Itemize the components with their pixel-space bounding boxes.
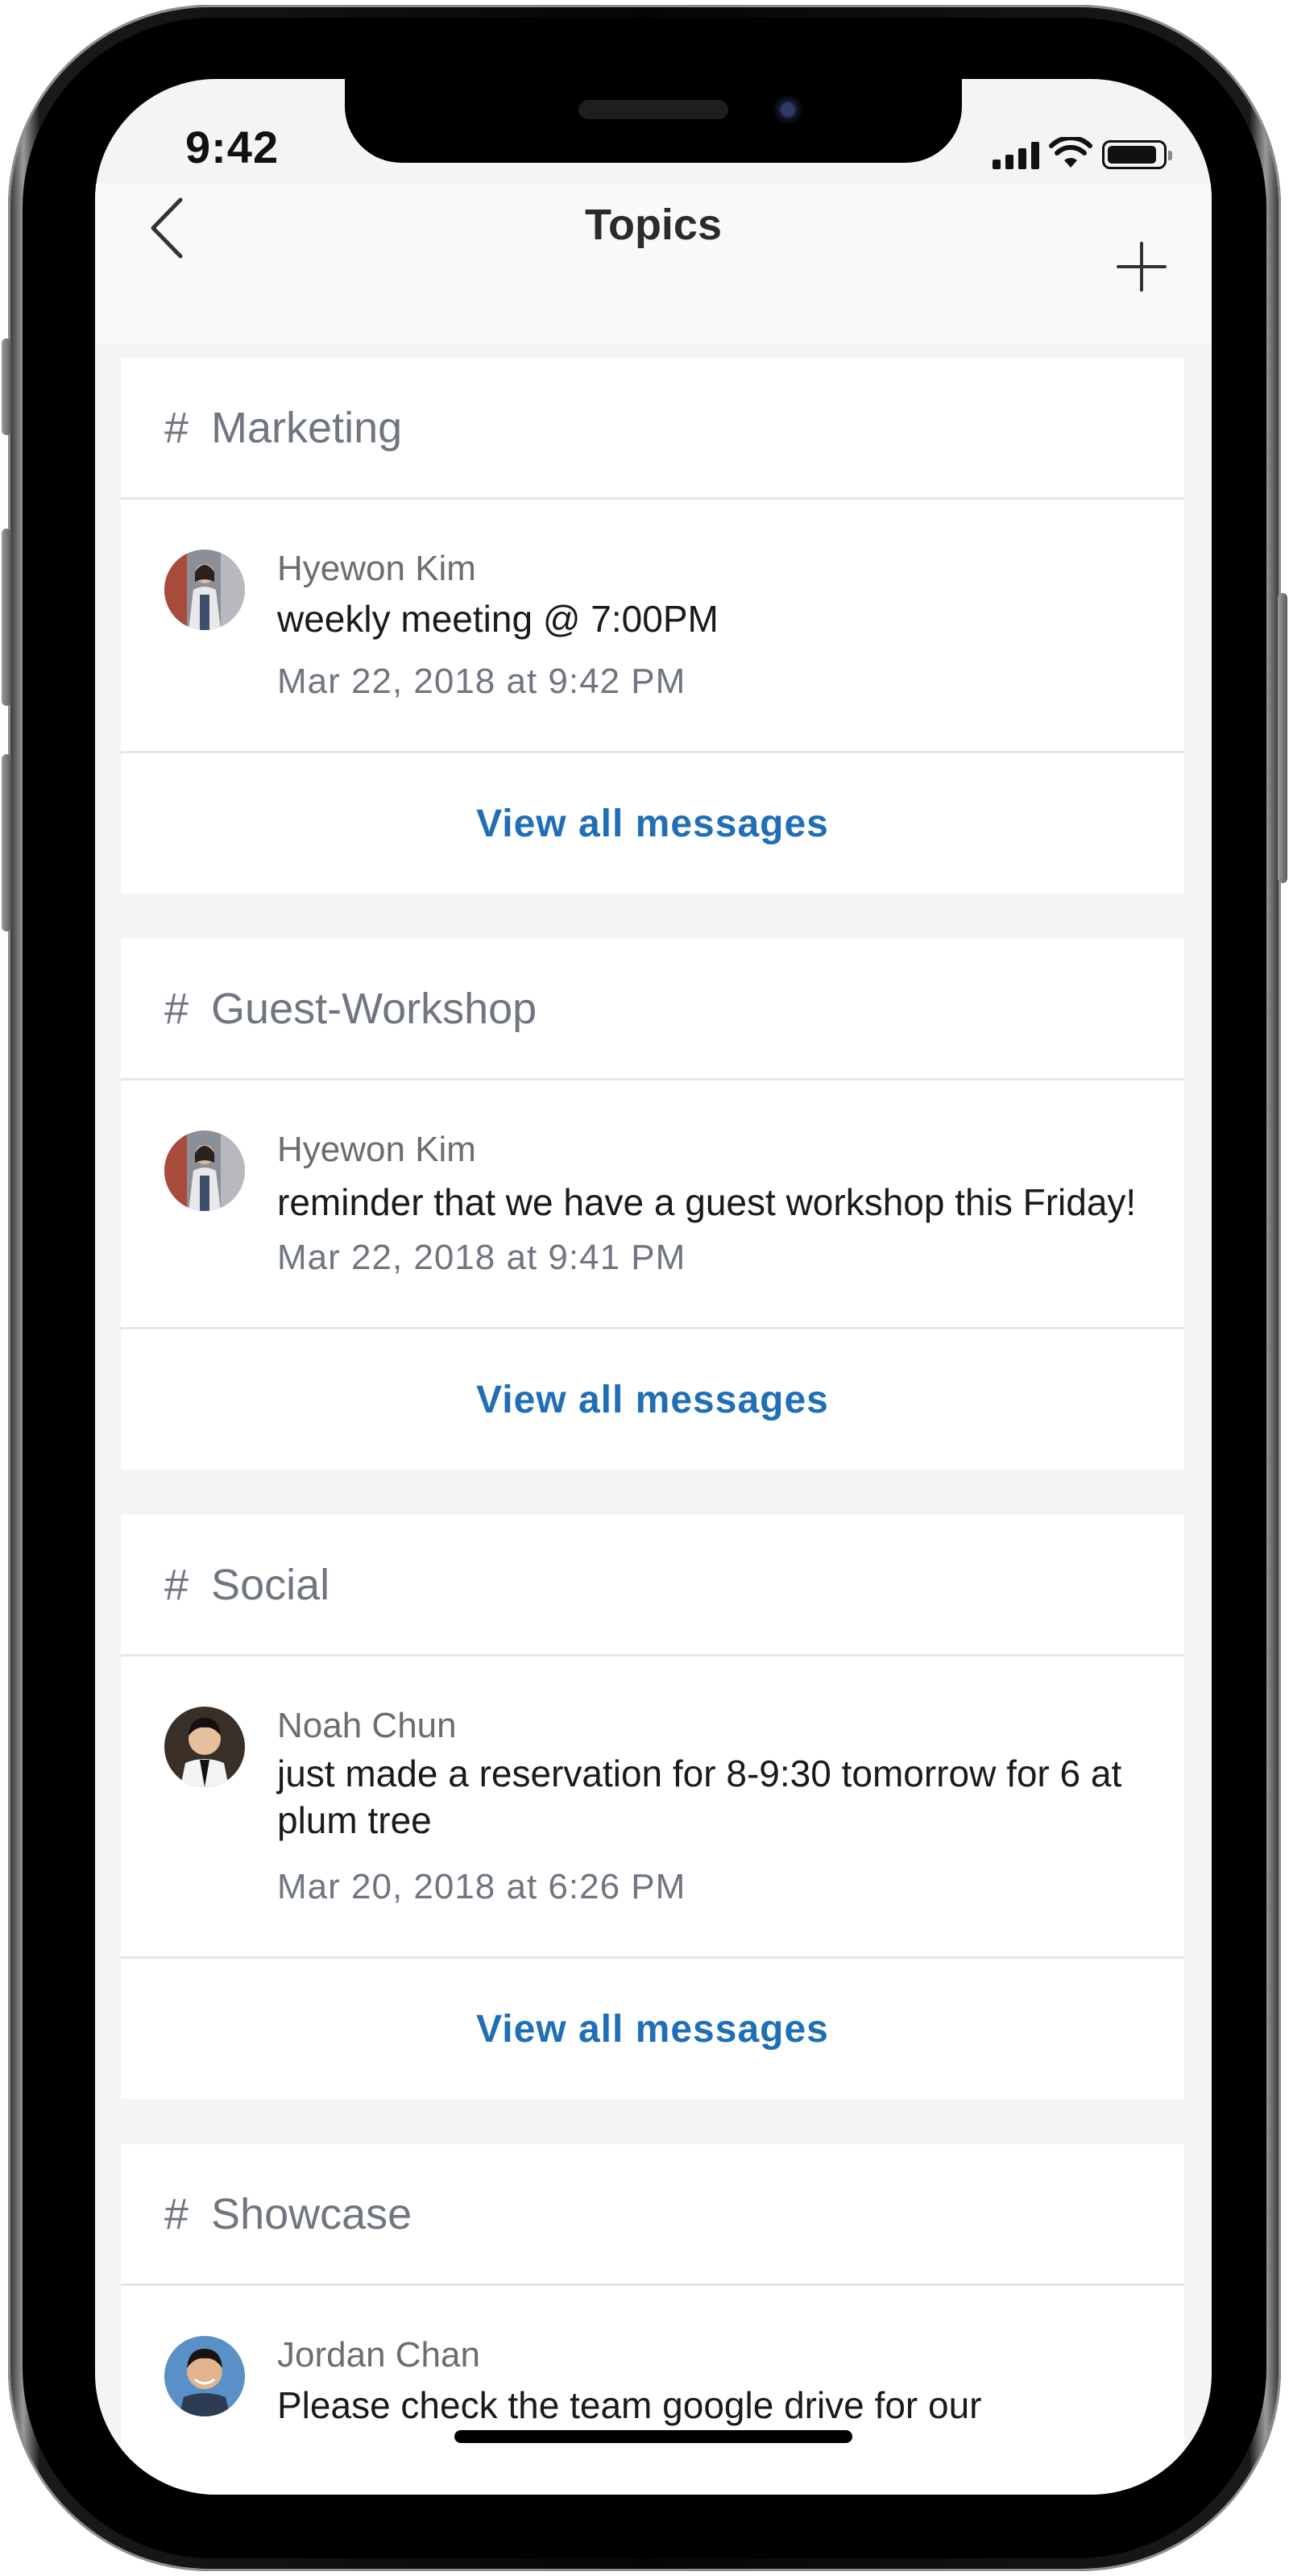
- status-time: 9:42: [185, 122, 280, 172]
- hash-icon: #: [164, 1560, 189, 1609]
- latest-message[interactable]: Hyewon Kim reminder that we have a guest…: [121, 1081, 1184, 1329]
- message-timestamp: Mar 22, 2018 at 9:41 PM: [277, 1238, 686, 1277]
- notch: [345, 79, 962, 163]
- topic-name: Guest-Workshop: [211, 984, 537, 1033]
- message-text: weekly meeting @ 7:00PM: [277, 598, 719, 640]
- message-timestamp: Mar 20, 2018 at 6:26 PM: [277, 1867, 686, 1906]
- message-text: just made a reservation for 8-9:30 tomor…: [277, 1753, 1122, 1841]
- hash-icon: #: [164, 984, 189, 1033]
- view-all-messages-link[interactable]: View all messages: [121, 753, 1184, 894]
- latest-message[interactable]: Noah Chun just made a reservation for 8-…: [121, 1657, 1184, 1959]
- volume-down-button: [2, 754, 11, 931]
- topic-card-social: # Social Noah Chun just made a reservati…: [121, 1515, 1184, 2099]
- topic-card-guest-workshop: # Guest-Workshop Hyewon Kim reminder tha…: [121, 939, 1184, 1470]
- message-timestamp: Mar 22, 2018 at 9:42 PM: [277, 662, 686, 701]
- silent-switch: [2, 338, 11, 435]
- cellular-signal-icon: [993, 140, 1039, 169]
- topic-header[interactable]: # Marketing: [121, 358, 1184, 500]
- topic-header[interactable]: # Guest-Workshop: [121, 939, 1184, 1081]
- avatar: [164, 1130, 245, 1211]
- speaker: [578, 100, 728, 119]
- topic-header[interactable]: # Showcase: [121, 2144, 1184, 2286]
- plus-icon[interactable]: [1115, 240, 1168, 293]
- message-text: reminder that we have a guest workshop t…: [277, 1181, 1137, 1223]
- view-all-messages-link[interactable]: View all messages: [121, 1329, 1184, 1470]
- wifi-icon: [1049, 137, 1092, 168]
- battery-icon: [1102, 140, 1172, 169]
- hash-icon: #: [164, 403, 189, 452]
- topic-header[interactable]: # Social: [121, 1515, 1184, 1657]
- topic-card-marketing: # Marketing Hyewon Kim weekly meeting @ …: [121, 358, 1184, 894]
- latest-message[interactable]: Jordan Chan Please check the team google…: [121, 2286, 1184, 2495]
- phone-frame: 9:42 Topics # Marketing Hyewon Kim weekl…: [2, 5, 1287, 2571]
- message-author: Hyewon Kim: [277, 1130, 476, 1169]
- front-camera: [773, 95, 802, 124]
- hash-icon: #: [164, 2189, 189, 2238]
- view-all-messages-link[interactable]: View all messages: [121, 1959, 1184, 2099]
- home-indicator[interactable]: [454, 2430, 852, 2443]
- message-author: Jordan Chan: [277, 2335, 480, 2375]
- volume-up-button: [2, 529, 11, 706]
- avatar: [164, 2336, 245, 2416]
- status-icons: [993, 131, 1172, 169]
- topic-name: Showcase: [211, 2189, 412, 2238]
- message-author: Hyewon Kim: [277, 549, 476, 588]
- screen: 9:42 Topics # Marketing Hyewon Kim weekl…: [95, 79, 1212, 2495]
- power-button: [1278, 593, 1287, 883]
- page-title: Topics: [584, 201, 722, 249]
- topic-name: Social: [211, 1560, 330, 1609]
- message-author: Noah Chun: [277, 1706, 457, 1745]
- latest-message[interactable]: Hyewon Kim weekly meeting @ 7:00PM Mar 2…: [121, 500, 1184, 753]
- topics-list: # Marketing Hyewon Kim weekly meeting @ …: [121, 358, 1184, 2495]
- topic-name: Marketing: [211, 403, 403, 452]
- avatar: [164, 1707, 245, 1787]
- message-text: Please check the team google drive for o…: [277, 2384, 982, 2426]
- avatar: [164, 550, 245, 630]
